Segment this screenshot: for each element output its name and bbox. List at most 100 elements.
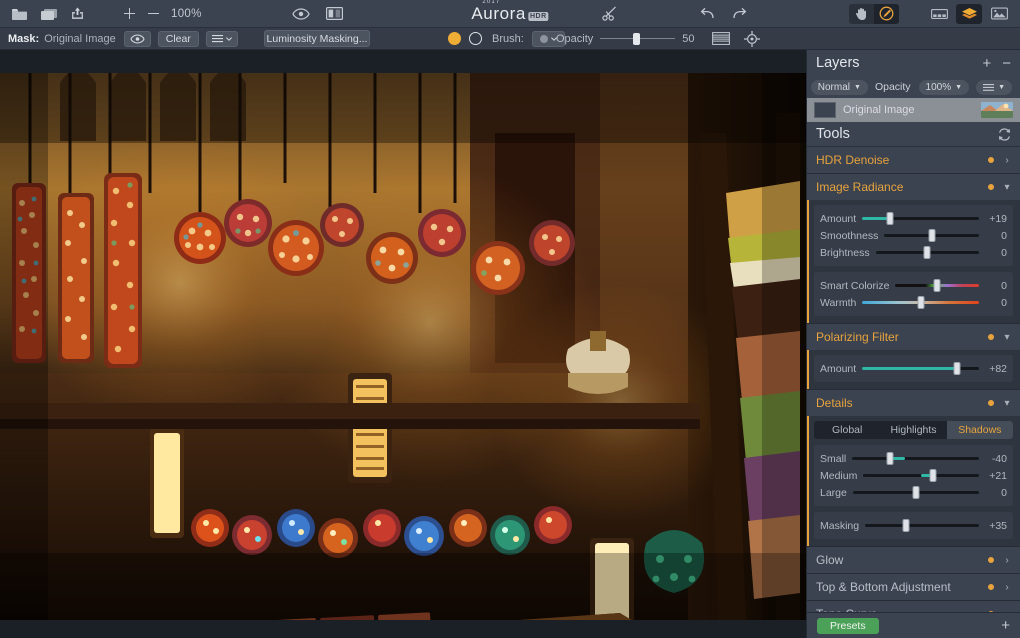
redo-icon[interactable] <box>732 7 747 20</box>
slider-row-amount: Amount +19 <box>820 210 1007 227</box>
luminosity-masking-button[interactable]: Luminosity Masking... <box>264 30 370 47</box>
split-view-icon[interactable] <box>325 7 343 20</box>
slider-smoothness[interactable] <box>884 229 979 243</box>
opacity-slider[interactable] <box>600 32 676 45</box>
layers-icon[interactable] <box>956 3 982 24</box>
zoom-out-button[interactable] <box>147 7 160 20</box>
eye-icon[interactable] <box>291 7 310 20</box>
hamburger-icon[interactable] <box>205 30 238 47</box>
slider-medium[interactable] <box>863 469 979 483</box>
app-logo-year: 2017 <box>482 0 501 5</box>
tab-shadows[interactable]: Shadows <box>946 421 1013 439</box>
slider-handle[interactable] <box>928 229 936 242</box>
chevron-right-icon[interactable]: › <box>1003 609 1011 613</box>
chevron-down-icon[interactable]: ▾ <box>1003 398 1011 409</box>
tool-section-tone-curve: Tone Curve › <box>807 601 1020 612</box>
slider-group-1: Amount +19 Smoothness 0 Brightness 0 <box>814 205 1013 266</box>
tool-section-status-dot[interactable] <box>988 400 994 406</box>
zoom-in-button[interactable] <box>123 7 136 20</box>
reset-icon[interactable] <box>998 127 1011 141</box>
tool-section-header-polarizing-filter[interactable]: Polarizing Filter ▾ <box>807 324 1020 350</box>
chevron-down-icon[interactable]: ▾ <box>1003 332 1011 343</box>
slider-warmth[interactable] <box>862 296 979 310</box>
tool-section-status-dot[interactable] <box>988 611 994 612</box>
chevron-right-icon[interactable]: › <box>1003 155 1011 166</box>
tool-section-status-dot[interactable] <box>988 584 994 590</box>
add-layer-button[interactable]: + <box>982 56 991 71</box>
layer-opacity-select[interactable]: 100% ▼ <box>918 79 970 95</box>
slider-large[interactable] <box>852 486 979 500</box>
slider-label: Smoothness <box>820 229 879 242</box>
image-canvas[interactable] <box>0 50 806 638</box>
blend-mode-select[interactable]: Normal ▼ <box>810 79 868 95</box>
radial-mask-icon[interactable] <box>744 30 760 47</box>
hand-icon[interactable] <box>849 4 874 24</box>
tool-section-status-dot[interactable] <box>988 157 994 163</box>
slider-track <box>852 457 979 460</box>
layers-header: Layers + − <box>807 50 1020 76</box>
chevron-right-icon[interactable]: › <box>1003 582 1011 593</box>
tools-sections-list[interactable]: HDR Denoise › Image Radiance ▾ Amount +19 Smoo… <box>807 147 1020 612</box>
layer-menu-icon[interactable]: ▼ <box>976 79 1012 95</box>
slider-masking[interactable] <box>865 519 979 533</box>
slider-value: -40 <box>991 452 1007 465</box>
slider-amount[interactable] <box>862 362 979 376</box>
slider-handle[interactable] <box>933 279 941 292</box>
slider-brightness[interactable] <box>875 246 979 260</box>
tool-mode-group <box>849 3 1012 24</box>
tool-section-header-glow[interactable]: Glow › <box>807 547 1020 573</box>
layers-actions: + − <box>982 56 1011 71</box>
filmstrip-icon[interactable] <box>926 4 952 24</box>
tool-section-header-top-bottom-adjustment[interactable]: Top & Bottom Adjustment › <box>807 574 1020 600</box>
chevron-down-icon[interactable]: ▾ <box>1003 182 1011 193</box>
tab-global[interactable]: Global <box>814 421 880 439</box>
add-preset-button[interactable]: + <box>1001 618 1010 633</box>
tool-section-header-tone-curve[interactable]: Tone Curve › <box>807 601 1020 612</box>
slider-handle[interactable] <box>923 246 931 259</box>
zoom-level-label[interactable]: 100% <box>171 8 202 20</box>
tool-section-header-hdr-denoise[interactable]: HDR Denoise › <box>807 147 1020 173</box>
undo-icon[interactable] <box>700 7 715 20</box>
brush-icon[interactable] <box>874 3 899 24</box>
gradient-mask-icon[interactable] <box>712 32 730 45</box>
slider-handle[interactable] <box>917 296 925 309</box>
tool-section-header-image-radiance[interactable]: Image Radiance ▾ <box>807 174 1020 200</box>
mask-visibility-button[interactable] <box>123 30 151 47</box>
batch-stack-icon[interactable] <box>40 7 58 21</box>
slider-handle[interactable] <box>902 519 910 532</box>
layer-opacity-value: 100% <box>925 81 952 93</box>
mask-toolbar: Mask: Original Image Clear Luminosity Ma… <box>0 28 1020 50</box>
slider-small[interactable] <box>852 452 979 466</box>
chevron-right-icon[interactable]: › <box>1003 555 1011 566</box>
slider-handle[interactable] <box>953 362 961 375</box>
tool-section-status-dot[interactable] <box>988 334 994 340</box>
scissors-icon[interactable] <box>602 6 618 21</box>
layer-mask-thumbnail[interactable] <box>814 102 836 118</box>
tool-section-status-dot[interactable] <box>988 557 994 563</box>
mask-clear-button[interactable]: Clear <box>157 30 199 47</box>
folder-open-icon[interactable] <box>11 7 28 21</box>
slider-amount[interactable] <box>862 212 979 226</box>
slider-row-smoothness: Smoothness 0 <box>820 227 1007 244</box>
slider-handle[interactable] <box>886 452 894 465</box>
edited-photo[interactable] <box>0 73 806 620</box>
paint-dot-icon[interactable] <box>448 32 461 45</box>
image-icon[interactable] <box>986 4 1012 24</box>
slider-handle[interactable] <box>929 469 937 482</box>
slider-smart-colorize[interactable] <box>895 279 979 293</box>
opacity-slider-handle[interactable] <box>633 32 641 45</box>
erase-dot-icon[interactable] <box>469 32 482 45</box>
slider-label: Smart Colorize <box>820 279 890 292</box>
tool-section-title: Top & Bottom Adjustment <box>816 580 951 594</box>
export-icon[interactable] <box>70 6 85 21</box>
tool-section-status-dot[interactable] <box>988 184 994 190</box>
slider-value: 0 <box>1001 296 1007 309</box>
tool-section-header-details[interactable]: Details ▾ <box>807 390 1020 416</box>
presets-button[interactable]: Presets <box>817 617 879 634</box>
layer-item-original-image[interactable]: Original Image <box>807 98 1020 122</box>
tab-highlights[interactable]: Highlights <box>880 421 946 439</box>
top-toolbar: 100% Aurora 2017 HDR <box>0 0 1020 28</box>
slider-handle[interactable] <box>912 486 920 499</box>
slider-handle[interactable] <box>886 212 894 225</box>
remove-layer-button[interactable]: − <box>1002 56 1011 71</box>
